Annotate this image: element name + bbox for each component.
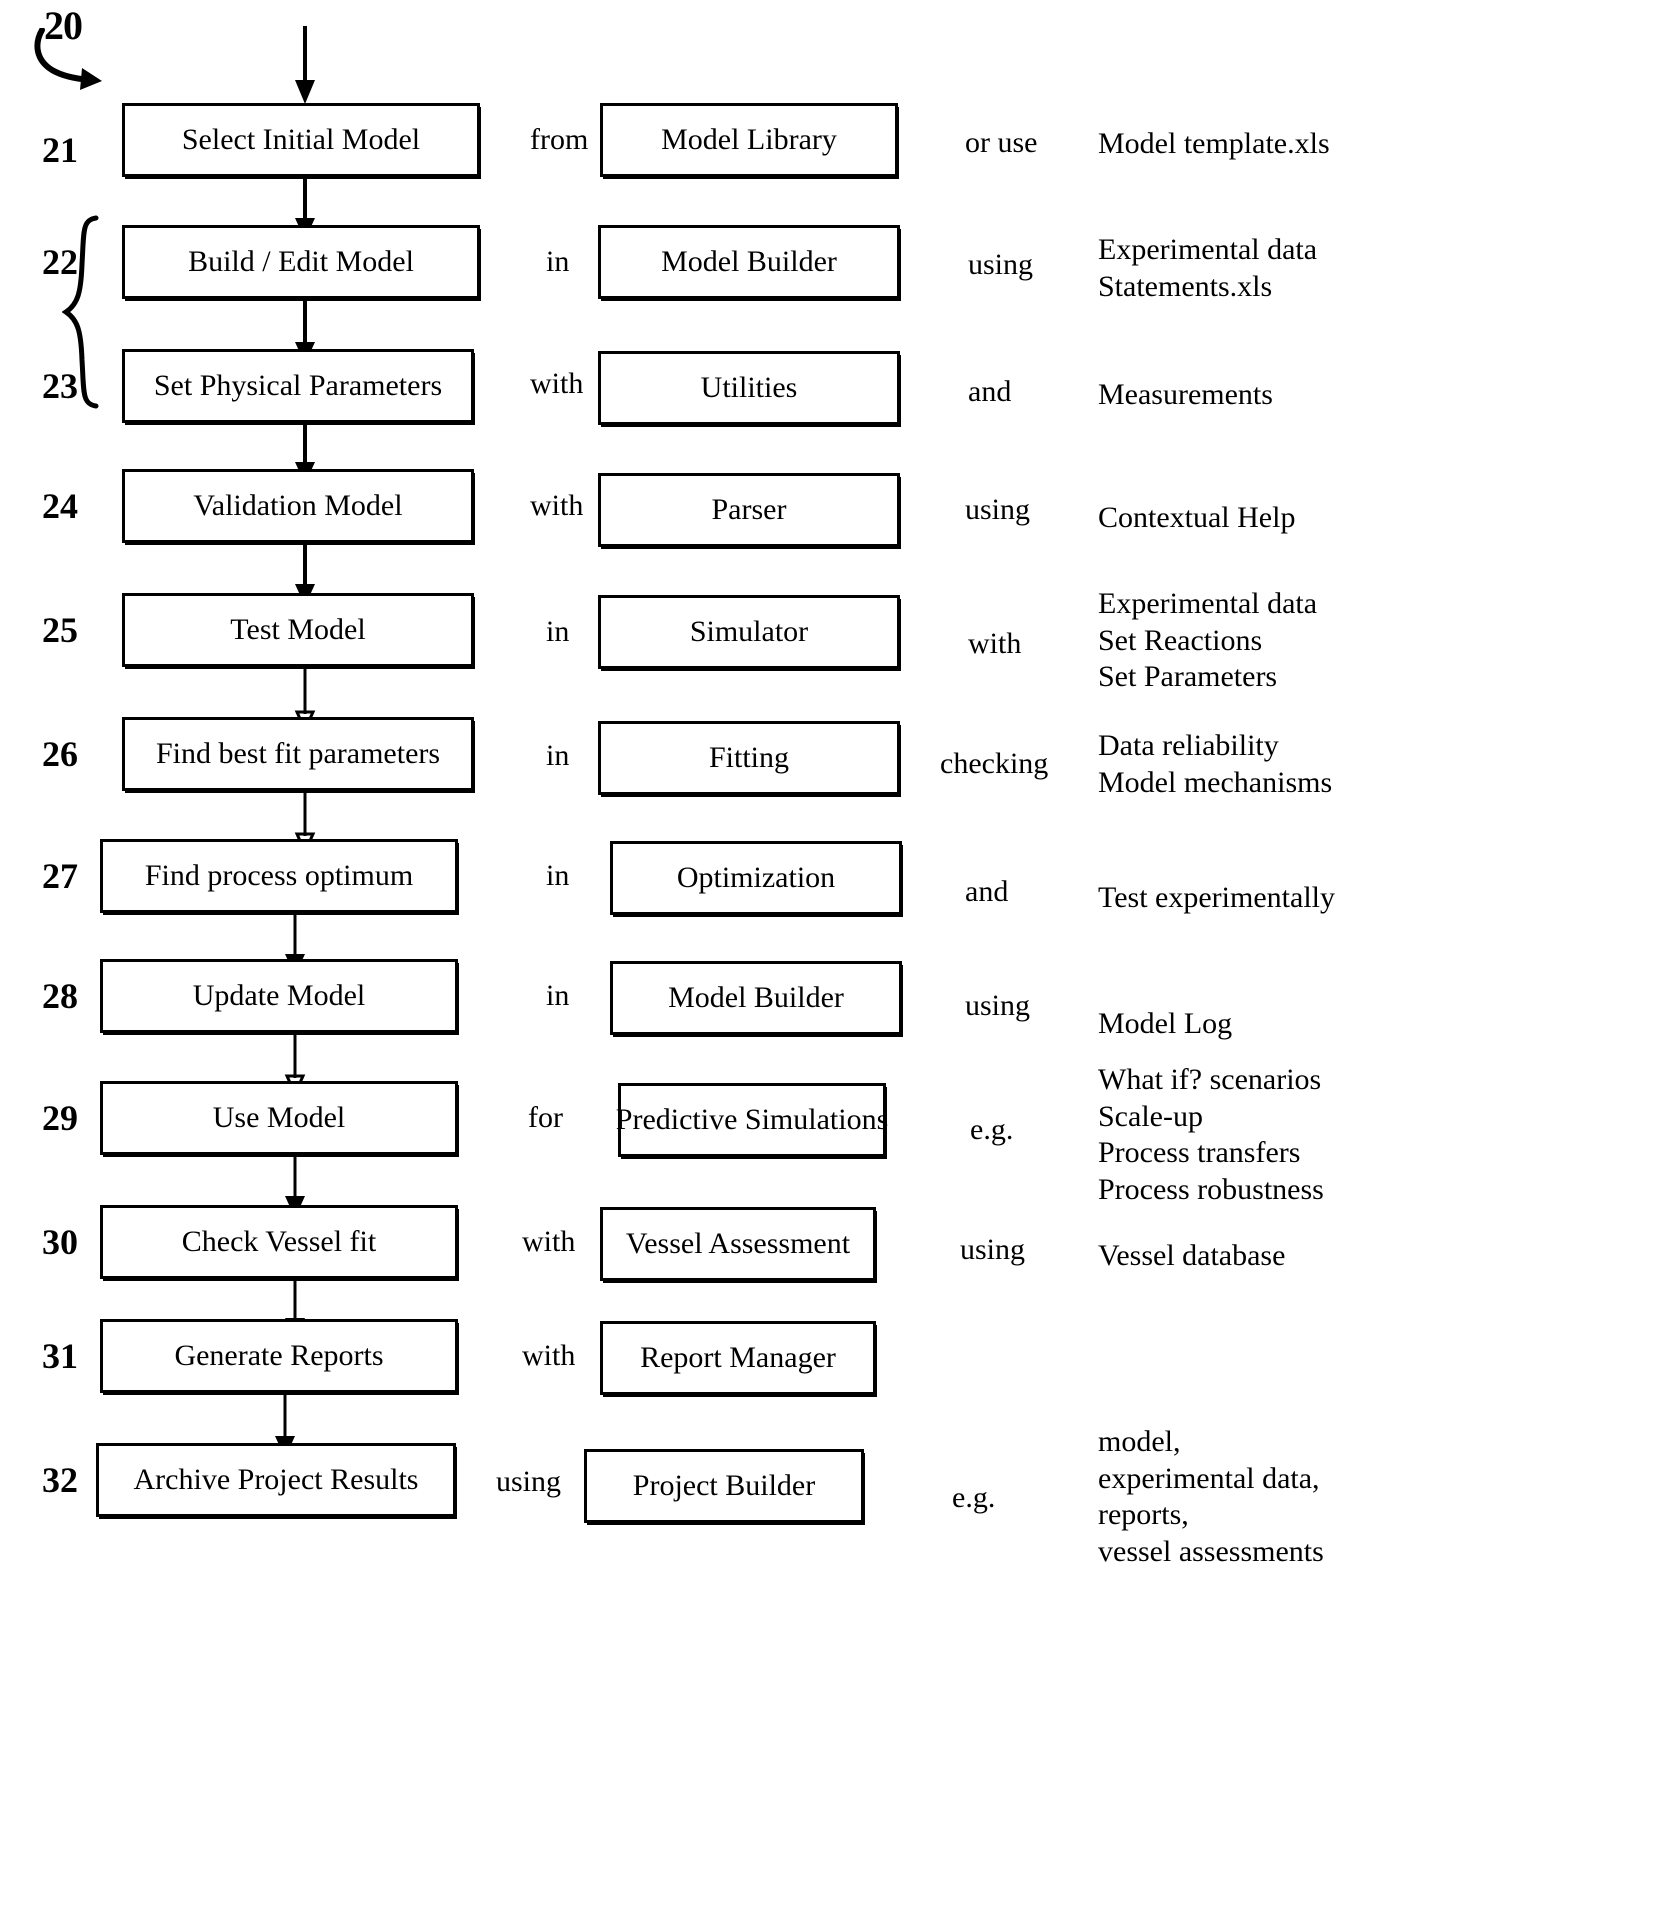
connector2-word-29: e.g. (970, 1113, 1014, 1146)
tool-label: Report Manager (640, 1341, 836, 1375)
connector-word-29: for (528, 1101, 563, 1134)
connector2-word-32: e.g. (952, 1481, 996, 1514)
action-label: Use Model (212, 1101, 346, 1135)
connector-word-25: in (546, 615, 570, 648)
connector2-word-25: with (968, 627, 1022, 660)
tool-box-report-manager[interactable]: Report Manager (600, 1321, 876, 1395)
action-box-build-edit-model[interactable]: Build / Edit Model (122, 225, 480, 299)
action-label: Archive Project Results (133, 1463, 419, 1497)
step-number-28: 28 (42, 976, 78, 1016)
connector2-word-30: using (960, 1233, 1026, 1266)
tool-label: Parser (711, 493, 787, 527)
connector-word-23: with (530, 367, 584, 400)
action-label: Validation Model (193, 489, 403, 523)
action-label: Test Model (230, 613, 366, 647)
action-box-select-initial-model[interactable]: Select Initial Model (122, 103, 480, 177)
note-text-25: Experimental data Set Reactions Set Para… (1098, 587, 1318, 694)
step-number-27: 27 (42, 856, 78, 896)
connector-word-30: with (522, 1225, 576, 1258)
connector2-word-21: or use (965, 126, 1038, 159)
connector-word-28: in (546, 979, 570, 1012)
tool-box-model-builder-2[interactable]: Model Builder (610, 961, 902, 1035)
connector-word-21: from (530, 123, 589, 156)
tool-label: Utilities (700, 371, 798, 405)
step-number-30: 30 (42, 1222, 78, 1262)
connector-word-27: in (546, 859, 570, 892)
action-label: Generate Reports (174, 1339, 384, 1373)
note-text-21: Model template.xls (1098, 127, 1330, 160)
action-box-check-vessel-fit[interactable]: Check Vessel fit (100, 1205, 458, 1279)
tool-label: Model Builder (661, 245, 837, 279)
connector2-word-22: using (968, 248, 1034, 281)
action-box-test-model[interactable]: Test Model (122, 593, 474, 667)
note-text-24: Contextual Help (1098, 501, 1296, 534)
tool-box-vessel-assessment[interactable]: Vessel Assessment (600, 1207, 876, 1281)
action-box-set-physical-parameters[interactable]: Set Physical Parameters (122, 349, 474, 423)
step-number-25: 25 (42, 610, 78, 650)
flowchart-canvas: 20 21 Select Initial Model from Model Li… (0, 0, 1666, 1906)
connector-word-31: with (522, 1339, 576, 1372)
note-text-30: Vessel database (1098, 1239, 1286, 1272)
note-text-27: Test experimentally (1098, 881, 1335, 914)
tool-label: Predictive Simulations (615, 1103, 889, 1137)
note-text-28: Model Log (1098, 1007, 1233, 1040)
connector2-word-23: and (968, 375, 1012, 408)
action-box-archive-project-results[interactable]: Archive Project Results (96, 1443, 456, 1517)
step-number-26: 26 (42, 734, 78, 774)
tool-box-model-builder-1[interactable]: Model Builder (598, 225, 900, 299)
note-text-26: Data reliability Model mechanisms (1098, 729, 1333, 799)
tool-box-fitting[interactable]: Fitting (598, 721, 900, 795)
action-box-find-best-fit-parameters[interactable]: Find best fit parameters (122, 717, 474, 791)
note-text-32: model, experimental data, reports, vesse… (1098, 1425, 1324, 1568)
step-number-31: 31 (42, 1336, 78, 1376)
action-label: Check Vessel fit (181, 1225, 377, 1259)
note-text-23: Measurements (1098, 378, 1273, 411)
tool-label: Fitting (708, 741, 790, 775)
tool-label: Simulator (689, 615, 809, 649)
action-box-generate-reports[interactable]: Generate Reports (100, 1319, 458, 1393)
connector-word-22: in (546, 245, 570, 278)
action-label: Select Initial Model (181, 123, 421, 157)
connector2-word-26: checking (940, 747, 1049, 780)
curved-arrow-icon (30, 27, 110, 90)
action-label: Find process optimum (144, 859, 414, 893)
action-box-update-model[interactable]: Update Model (100, 959, 458, 1033)
action-label: Build / Edit Model (188, 245, 414, 279)
step-number-24: 24 (42, 486, 78, 526)
connector2-word-24: using (965, 493, 1031, 526)
note-text-29: What if? scenarios Scale-up Process tran… (1098, 1063, 1324, 1206)
connector-word-24: with (530, 489, 584, 522)
tool-box-parser[interactable]: Parser (598, 473, 900, 547)
tool-label: Project Builder (632, 1469, 816, 1503)
step-number-29: 29 (42, 1098, 78, 1138)
tool-label: Vessel Assessment (625, 1227, 851, 1261)
tool-box-utilities[interactable]: Utilities (598, 351, 900, 425)
tool-box-model-library[interactable]: Model Library (600, 103, 898, 177)
tool-box-simulator[interactable]: Simulator (598, 595, 900, 669)
step-number-21: 21 (42, 130, 78, 170)
tool-box-predictive-simulations[interactable]: Predictive Simulations (616, 1083, 888, 1157)
step-number-22: 22 (42, 242, 78, 282)
action-label: Set Physical Parameters (153, 369, 443, 403)
tool-box-project-builder[interactable]: Project Builder (584, 1449, 864, 1523)
entry-arrow-icon (292, 26, 318, 106)
action-box-use-model[interactable]: Use Model (100, 1081, 458, 1155)
action-box-validation-model[interactable]: Validation Model (122, 469, 474, 543)
connector2-word-28: using (965, 989, 1031, 1022)
connector-word-26: in (546, 739, 570, 772)
tool-label: Optimization (676, 861, 836, 895)
note-text-22: Experimental data Statements.xls (1098, 233, 1318, 303)
step-number-23: 23 (42, 366, 78, 406)
tool-label: Model Builder (668, 981, 844, 1015)
connector2-word-27: and (965, 875, 1009, 908)
action-label: Update Model (192, 979, 366, 1013)
action-box-find-process-optimum[interactable]: Find process optimum (100, 839, 458, 913)
connector-word-32: using (496, 1465, 562, 1498)
tool-box-optimization[interactable]: Optimization (610, 841, 902, 915)
action-label: Find best fit parameters (155, 737, 441, 771)
tool-label: Model Library (661, 123, 837, 157)
